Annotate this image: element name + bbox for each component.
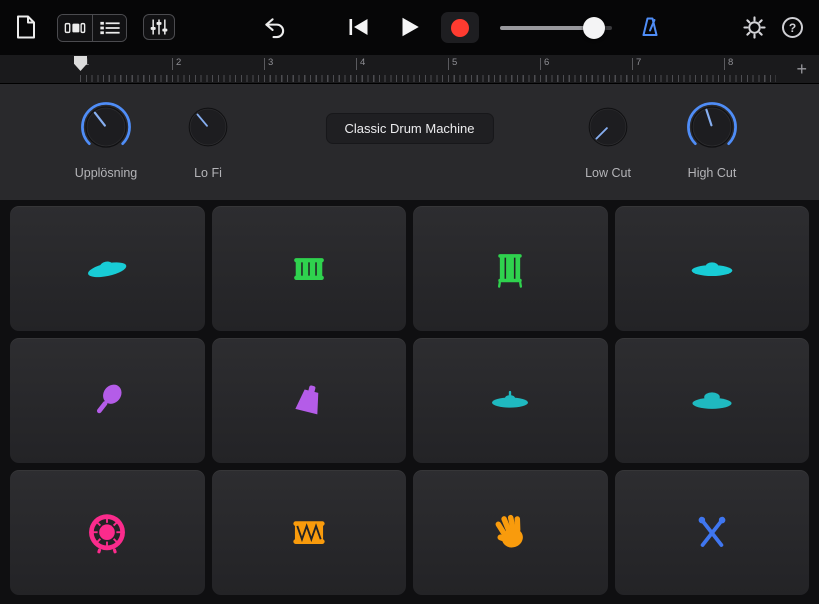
knob-lo-fi[interactable]: Lo Fi [156,102,260,180]
undo-arrow-icon [265,18,285,39]
crash-cymbal-icon [691,261,733,276]
bar-number: 4 [356,58,365,70]
loops-view-icon [64,22,86,34]
knob-high-cut[interactable]: High Cut [660,98,764,180]
cowbell-icon [295,384,319,414]
top-toolbar: ? [0,0,819,55]
drum-pad-marching-snare[interactable] [211,470,406,595]
knob-dial-icon [81,102,131,148]
ride-cymbal-icon [88,261,127,277]
ruler-minor-ticks [80,75,776,82]
drum-pad-ride-cymbal[interactable] [10,206,205,331]
marching-snare-icon [293,520,325,544]
preset-name-button[interactable]: Classic Drum Machine [325,113,494,144]
skip-to-beginning-button[interactable] [346,15,371,39]
drumsticks-icon [698,516,726,547]
bar-number: 2 [172,58,181,70]
page-background-strip [0,604,819,614]
drum-pad-cowbell[interactable] [211,338,406,463]
drum-pad-snare[interactable] [211,206,406,331]
knob-dial-icon [188,107,228,147]
knob-dial-icon [588,107,628,147]
knob-upplosning[interactable]: Upplösning [54,98,158,180]
bar-number: 3 [264,58,273,70]
open-hi-hat-icon [692,391,732,409]
document-icon [17,15,35,39]
drum-pad-shaker[interactable] [10,338,205,463]
closed-hi-hat-icon [492,390,529,408]
bar-number: 7 [632,58,641,70]
knob-low-cut[interactable]: Low Cut [556,102,660,180]
add-bars-button[interactable]: + [790,57,813,81]
metronome-button[interactable] [638,15,662,40]
drum-pad-kick-drum[interactable] [10,470,205,595]
instrument-controls-panel: Upplösning Lo Fi Classic Drum Machine Lo… [0,84,819,200]
my-songs-button[interactable] [16,15,36,39]
help-button[interactable]: ? [782,17,803,38]
knob-label: Upplösning [74,166,138,180]
play-icon [402,17,419,37]
drum-pad-open-hi-hat[interactable] [614,338,809,463]
volume-slider-thumb[interactable] [583,17,606,39]
question-mark-icon: ? [788,20,797,35]
master-volume-slider[interactable] [500,17,612,39]
knob-label: High Cut [687,166,737,180]
settings-button[interactable] [743,16,766,39]
live-loops-view-button[interactable] [58,15,92,41]
shaker-icon [97,384,122,413]
floor-tom-icon [498,253,523,288]
drum-pad-closed-hi-hat[interactable] [413,338,608,463]
bar-number: 8 [724,58,733,70]
knob-label: Lo Fi [194,166,222,180]
mixer-button[interactable] [143,14,175,40]
gear-icon [743,16,766,39]
view-toggle-group [57,14,127,42]
kick-drum-icon [89,513,126,553]
drum-pad-grid [0,200,819,604]
garageband-drum-machine-window: ? 1 2 3 4 5 6 7 8 + Upplösning [0,0,819,614]
bar-number: 5 [448,58,457,70]
knob-label: Low Cut [585,166,631,180]
drum-pad-drumsticks[interactable] [614,470,809,595]
drum-pad-crash-cymbal[interactable] [614,206,809,331]
play-button[interactable] [396,14,422,40]
tracks-view-button[interactable] [92,15,126,41]
metronome-icon [642,17,658,36]
drum-pad-floor-tom[interactable] [413,206,608,331]
undo-button[interactable] [262,16,287,39]
record-button[interactable] [441,12,479,43]
faders-icon [150,19,168,35]
hand-clap-icon [495,514,524,547]
tracks-view-icon [99,21,120,35]
knob-dial-icon [687,102,737,148]
drum-pad-hand-clap[interactable] [413,470,608,595]
skip-to-beginning-icon [349,19,368,35]
record-icon [451,18,469,37]
snare-drum-icon [293,257,324,280]
bar-number: 6 [540,58,549,70]
timeline-ruler[interactable]: 1 2 3 4 5 6 7 8 + [0,55,819,84]
